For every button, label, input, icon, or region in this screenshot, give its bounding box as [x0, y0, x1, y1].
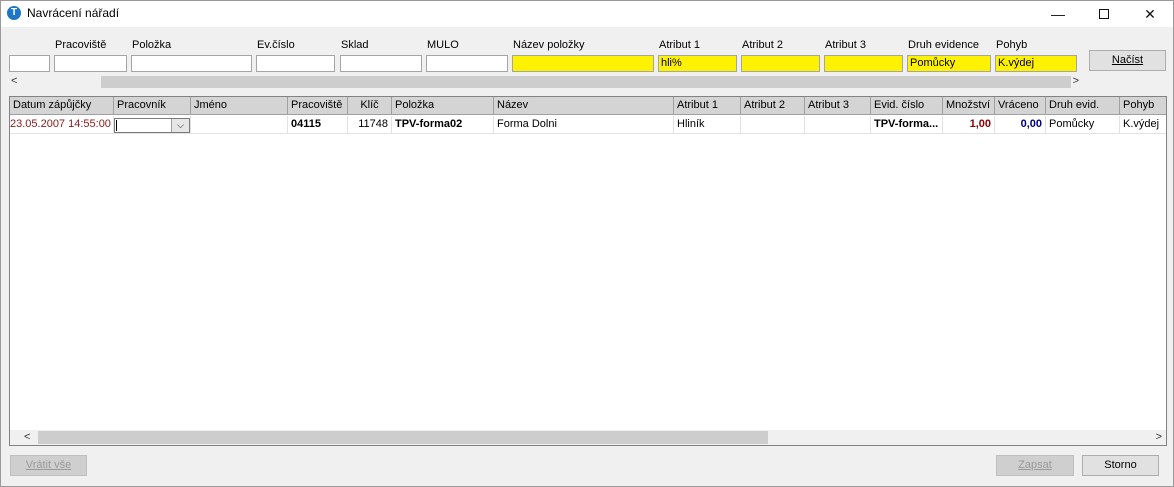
cell-atribut1[interactable]: Hliník: [674, 116, 741, 134]
cell-druh-evid[interactable]: Pomůcky: [1046, 116, 1120, 134]
grid-scroll-left-icon[interactable]: <: [24, 431, 30, 443]
label-mulo: MULO: [427, 39, 459, 51]
filter-atribut1-field[interactable]: hli%: [658, 55, 737, 72]
label-atribut2: Atribut 2: [742, 39, 783, 51]
label-atribut3: Atribut 3: [825, 39, 866, 51]
cell-nazev[interactable]: Forma Dolni: [494, 116, 674, 134]
column-header-pohyb[interactable]: Pohyb: [1120, 97, 1166, 115]
chevron-down-icon[interactable]: ⌵: [171, 119, 189, 132]
cell-pracoviste[interactable]: 04115: [288, 116, 348, 134]
column-header-datum[interactable]: Datum zápůjčky: [10, 97, 114, 115]
filter-nazev-field[interactable]: [512, 55, 654, 72]
cell-klic[interactable]: 11748: [348, 116, 392, 134]
save-label: Zapsat: [1018, 459, 1052, 471]
title-bar: T Navrácení nářadí — ✕: [1, 1, 1173, 27]
column-header-vraceno[interactable]: Vráceno: [995, 97, 1046, 115]
column-header-pracovnik[interactable]: Pracovník: [114, 97, 191, 115]
column-header-druh-evid[interactable]: Druh evid.: [1046, 97, 1120, 115]
filter-druh-evidence-field[interactable]: Pomůcky: [907, 55, 991, 72]
label-sklad: Sklad: [341, 39, 369, 51]
label-nazev: Název položky: [513, 39, 585, 51]
cell-jmeno[interactable]: [191, 116, 288, 134]
column-header-polozka[interactable]: Položka: [392, 97, 494, 115]
scroll-left-icon[interactable]: <: [11, 75, 17, 87]
column-header-nazev[interactable]: Název: [494, 97, 674, 115]
label-polozka: Položka: [132, 39, 172, 51]
returns-grid: Datum zápůjčky Pracovník Jméno Pracovišt…: [9, 96, 1167, 446]
load-button-label: Načíst: [1111, 54, 1144, 66]
window-title: Navrácení nářadí: [27, 6, 120, 20]
column-header-mnozstvi[interactable]: Množství: [943, 97, 995, 115]
save-button[interactable]: Zapsat: [996, 455, 1074, 476]
grid-horizontal-scrollbar[interactable]: < >: [10, 430, 1166, 445]
filter-pracoviste-field[interactable]: [54, 55, 127, 72]
label-evcislo: Ev.číslo: [257, 39, 295, 51]
scroll-thumb[interactable]: [101, 76, 1071, 88]
column-header-atribut1[interactable]: Atribut 1: [674, 97, 741, 115]
maximize-button[interactable]: [1081, 1, 1127, 27]
column-header-jmeno[interactable]: Jméno: [191, 97, 288, 115]
label-atribut1: Atribut 1: [659, 39, 700, 51]
filter-pohyb-field[interactable]: K.výdej: [995, 55, 1077, 72]
filter-mulo-field[interactable]: [426, 55, 508, 72]
cell-evid-cislo[interactable]: TPV-forma...: [871, 116, 943, 134]
label-pracoviste: Pracoviště: [55, 39, 107, 51]
filter-sklad-field[interactable]: [340, 55, 422, 72]
cell-vraceno[interactable]: 0,00: [995, 116, 1046, 134]
filter-atribut3-field[interactable]: [824, 55, 903, 72]
return-all-button[interactable]: Vrátit vše: [10, 455, 87, 476]
minimize-button[interactable]: —: [1035, 1, 1081, 27]
column-header-atribut2[interactable]: Atribut 2: [741, 97, 805, 115]
close-button[interactable]: ✕: [1127, 1, 1173, 27]
column-header-evid-cislo[interactable]: Evid. číslo: [871, 97, 943, 115]
maximize-icon: [1099, 9, 1109, 19]
cell-datum[interactable]: 23.05.2007 14:55:00: [10, 116, 114, 134]
cell-pohyb[interactable]: K.výdej: [1120, 116, 1166, 134]
cell-polozka[interactable]: TPV-forma02: [392, 116, 494, 134]
column-header-atribut3[interactable]: Atribut 3: [805, 97, 871, 115]
app-logo-icon: T: [7, 6, 21, 20]
pracovnik-dropdown[interactable]: ⌵: [114, 118, 190, 133]
cancel-button[interactable]: Storno: [1082, 455, 1159, 476]
column-header-pracoviste[interactable]: Pracoviště: [288, 97, 348, 115]
dialog-window: T Navrácení nářadí — ✕ Pracoviště Položk…: [0, 0, 1174, 487]
return-all-label: Vrátit vše: [25, 459, 72, 471]
scroll-right-icon[interactable]: >: [1073, 75, 1079, 87]
grid-scroll-thumb[interactable]: [38, 431, 768, 444]
column-header-klic[interactable]: Klíč: [348, 97, 392, 115]
grid-scroll-right-icon[interactable]: >: [1156, 431, 1162, 443]
text-caret: [116, 120, 117, 131]
label-pohyb: Pohyb: [996, 39, 1028, 51]
cell-atribut2[interactable]: [741, 116, 805, 134]
label-druh-evidence: Druh evidence: [908, 39, 979, 51]
filter-horizontal-scrollbar[interactable]: < >: [9, 75, 1085, 89]
load-button[interactable]: Načíst: [1089, 50, 1166, 71]
filter-evcislo-field[interactable]: [256, 55, 335, 72]
cell-mnozstvi[interactable]: 1,00: [943, 116, 995, 134]
filter-first-field[interactable]: [9, 55, 50, 72]
cell-atribut3[interactable]: [805, 116, 871, 134]
filter-polozka-field[interactable]: [131, 55, 252, 72]
filter-atribut2-field[interactable]: [741, 55, 820, 72]
